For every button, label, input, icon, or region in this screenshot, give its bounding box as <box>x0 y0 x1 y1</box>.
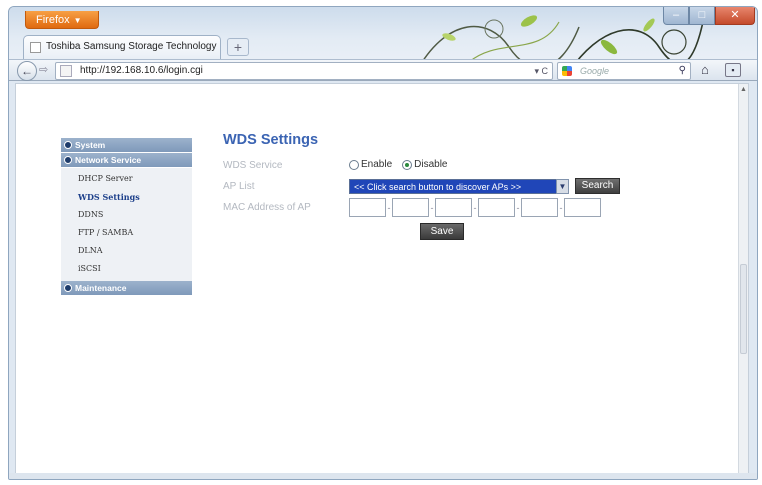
wds-service-row: WDS Service Enable Disable <box>223 156 643 177</box>
nav-section-label: System <box>75 140 106 150</box>
section-bullet-icon <box>64 284 72 292</box>
url-text: http://192.168.10.6/login.cgi <box>80 65 203 76</box>
enable-radio-label: Enable <box>361 159 393 170</box>
mac-address-label: MAC Address of AP <box>223 202 311 213</box>
back-button[interactable]: ← <box>17 61 37 81</box>
google-icon <box>562 66 572 76</box>
forward-button[interactable]: ⇨ <box>39 63 48 76</box>
navigation-toolbar: ← ⇨ http://192.168.10.6/login.cgi ▾ C Go… <box>9 59 757 81</box>
site-identity-icon <box>60 65 72 77</box>
browser-tab[interactable]: Toshiba Samsung Storage Technology <box>23 35 221 59</box>
maximize-button[interactable]: □ <box>689 7 715 25</box>
disable-radio[interactable] <box>402 159 413 170</box>
nav-section-maintenance[interactable]: Maintenance <box>61 281 192 296</box>
disable-radio-label: Disable <box>414 159 448 170</box>
mac-octet-field-3[interactable] <box>435 198 472 217</box>
search-placeholder: Google <box>580 66 610 76</box>
ap-list-selected-value: << Click search button to discover APs >… <box>354 182 522 192</box>
wds-service-label: WDS Service <box>223 160 283 171</box>
page-title: WDS Settings <box>223 132 319 148</box>
sidebar-nav: System Network Service DHCP Server WDS S… <box>61 138 192 296</box>
nav-item-iscsi[interactable]: iSCSI <box>61 260 192 278</box>
ap-list-select[interactable]: << Click search button to discover APs >… <box>349 179 569 194</box>
ap-list-row: AP List << Click search button to discov… <box>223 177 643 198</box>
search-bar[interactable]: Google ⚲ <box>557 62 691 80</box>
nav-item-dlna[interactable]: DLNA <box>61 242 192 260</box>
addon-icon[interactable]: ▪ <box>725 63 741 77</box>
nav-section-network-service[interactable]: Network Service <box>61 153 192 168</box>
firefox-menu-label: Firefox <box>36 14 70 26</box>
minimize-button[interactable]: – <box>663 7 689 25</box>
nav-section-label: Network Service <box>75 155 142 165</box>
tab-title: Toshiba Samsung Storage Technology <box>46 41 217 52</box>
scroll-up-icon[interactable]: ▲ <box>740 86 747 93</box>
save-button[interactable]: Save <box>420 223 464 240</box>
mac-octet-field-5[interactable] <box>521 198 558 217</box>
firefox-menu-button[interactable]: Firefox ▼ <box>25 11 99 29</box>
search-button[interactable]: Search <box>575 178 620 194</box>
window-controls: – □ ✕ <box>663 7 755 25</box>
nav-subitems: DHCP Server WDS Settings DDNS FTP / SAMB… <box>61 168 192 281</box>
page-favicon-icon <box>30 42 41 53</box>
search-icon[interactable]: ⚲ <box>679 63 686 79</box>
nav-item-dhcp-server[interactable]: DHCP Server <box>61 170 192 188</box>
url-bar[interactable]: http://192.168.10.6/login.cgi ▾ C <box>55 62 553 80</box>
nav-item-wds-settings[interactable]: WDS Settings <box>61 188 192 206</box>
mac-address-row: MAC Address of AP - - - - - <box>223 198 643 222</box>
chevron-down-icon: ▼ <box>73 16 82 25</box>
section-bullet-icon <box>64 156 72 164</box>
new-tab-button[interactable]: + <box>227 38 249 56</box>
browser-window: Firefox ▼ – □ ✕ Toshiba Samsung Storage T… <box>8 6 758 480</box>
nav-item-ddns[interactable]: DDNS <box>61 206 192 224</box>
section-bullet-icon <box>64 141 72 149</box>
ap-list-label: AP List <box>223 181 255 192</box>
title-bar: Firefox ▼ – □ ✕ Toshiba Samsung Storage T… <box>9 7 757 81</box>
chevron-down-icon[interactable]: ▼ <box>556 179 569 194</box>
vertical-scrollbar[interactable]: ▲ <box>738 84 748 475</box>
disable-radio-option[interactable]: Disable <box>402 159 448 170</box>
page-viewport: System Network Service DHCP Server WDS S… <box>15 83 749 476</box>
mac-octet-field-4[interactable] <box>478 198 515 217</box>
mac-octet-field-6[interactable] <box>564 198 601 217</box>
nav-item-ftp-samba[interactable]: FTP / SAMBA <box>61 224 192 242</box>
mac-octet-field-2[interactable] <box>392 198 429 217</box>
close-button[interactable]: ✕ <box>715 7 755 25</box>
home-icon[interactable]: ⌂ <box>701 62 709 77</box>
wds-service-radio-group: Enable Disable <box>349 159 448 170</box>
enable-radio[interactable] <box>349 159 359 170</box>
reload-icon[interactable]: ▾ C <box>534 63 548 79</box>
scrollbar-thumb[interactable] <box>740 264 747 354</box>
mac-address-fields: - - - - - <box>349 198 601 217</box>
enable-radio-option[interactable]: Enable <box>349 159 392 170</box>
status-bar <box>9 473 757 479</box>
mac-octet-field-1[interactable] <box>349 198 386 217</box>
nav-section-system[interactable]: System <box>61 138 192 153</box>
nav-section-label: Maintenance <box>75 283 127 293</box>
wds-settings-form: WDS Settings WDS Service Enable Disable … <box>223 132 643 222</box>
